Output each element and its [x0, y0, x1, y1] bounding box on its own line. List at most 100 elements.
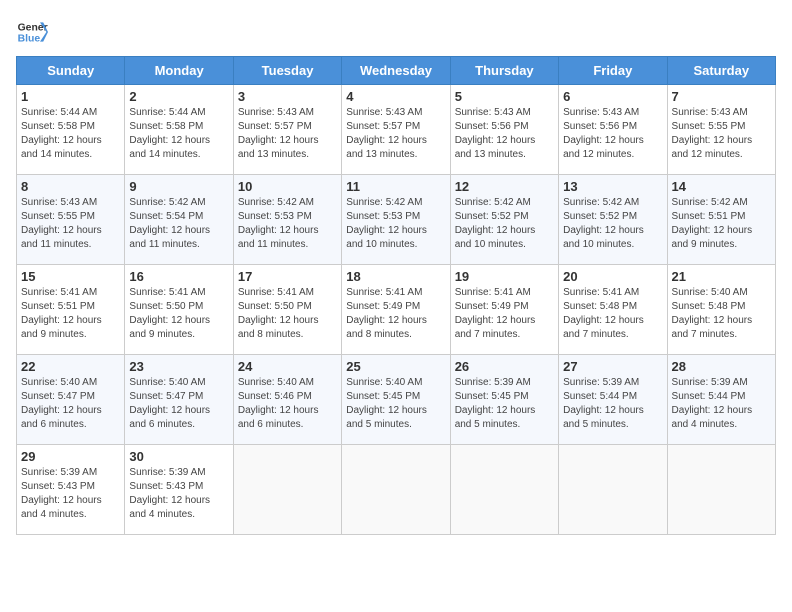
day-number: 5 [455, 89, 554, 104]
day-info: Sunrise: 5:40 AMSunset: 5:48 PMDaylight:… [672, 286, 771, 342]
calendar-table: SundayMondayTuesdayWednesdayThursdayFrid… [16, 56, 776, 535]
day-info: Sunrise: 5:44 AMSunset: 5:58 PMDaylight:… [21, 106, 120, 162]
calendar-day-7: 7 Sunrise: 5:43 AMSunset: 5:55 PMDaylight… [667, 85, 775, 175]
calendar-day-20: 20 Sunrise: 5:41 AMSunset: 5:48 PMDayligh… [559, 265, 667, 355]
day-info: Sunrise: 5:41 AMSunset: 5:50 PMDaylight:… [129, 286, 228, 342]
calendar-day-14: 14 Sunrise: 5:42 AMSunset: 5:51 PMDayligh… [667, 175, 775, 265]
day-info: Sunrise: 5:42 AMSunset: 5:53 PMDaylight:… [238, 196, 337, 252]
day-info: Sunrise: 5:43 AMSunset: 5:55 PMDaylight:… [672, 106, 771, 162]
day-number: 12 [455, 179, 554, 194]
day-number: 13 [563, 179, 662, 194]
day-info: Sunrise: 5:41 AMSunset: 5:50 PMDaylight:… [238, 286, 337, 342]
day-number: 24 [238, 359, 337, 374]
day-info: Sunrise: 5:42 AMSunset: 5:53 PMDaylight:… [346, 196, 445, 252]
day-header-sunday: Sunday [17, 57, 125, 85]
day-number: 23 [129, 359, 228, 374]
calendar-header: SundayMondayTuesdayWednesdayThursdayFrid… [17, 57, 776, 85]
logo-icon: General Blue [16, 16, 48, 48]
calendar-day-8: 8 Sunrise: 5:43 AMSunset: 5:55 PMDaylight… [17, 175, 125, 265]
calendar-day-30: 30 Sunrise: 5:39 AMSunset: 5:43 PMDayligh… [125, 445, 233, 535]
day-info: Sunrise: 5:41 AMSunset: 5:51 PMDaylight:… [21, 286, 120, 342]
day-header-friday: Friday [559, 57, 667, 85]
day-info: Sunrise: 5:40 AMSunset: 5:47 PMDaylight:… [129, 376, 228, 432]
day-number: 29 [21, 449, 120, 464]
calendar-week-3: 15 Sunrise: 5:41 AMSunset: 5:51 PMDayligh… [17, 265, 776, 355]
calendar-day-12: 12Sunrise: 5:42 AMSunset: 5:52 PMDayligh… [450, 175, 558, 265]
day-number: 8 [21, 179, 120, 194]
calendar-week-2: 8 Sunrise: 5:43 AMSunset: 5:55 PMDaylight… [17, 175, 776, 265]
calendar-day-9: 9 Sunrise: 5:42 AMSunset: 5:54 PMDaylight… [125, 175, 233, 265]
empty-cell [342, 445, 450, 535]
day-info: Sunrise: 5:43 AMSunset: 5:57 PMDaylight:… [346, 106, 445, 162]
day-info: Sunrise: 5:43 AMSunset: 5:55 PMDaylight:… [21, 196, 120, 252]
calendar-day-18: 18 Sunrise: 5:41 AMSunset: 5:49 PMDayligh… [342, 265, 450, 355]
day-info: Sunrise: 5:41 AMSunset: 5:48 PMDaylight:… [563, 286, 662, 342]
day-info: Sunrise: 5:43 AMSunset: 5:57 PMDaylight:… [238, 106, 337, 162]
day-number: 20 [563, 269, 662, 284]
calendar-week-4: 22 Sunrise: 5:40 AMSunset: 5:47 PMDayligh… [17, 355, 776, 445]
calendar-day-28: 28 Sunrise: 5:39 AMSunset: 5:44 PMDayligh… [667, 355, 775, 445]
calendar-day-4: 4Sunrise: 5:43 AMSunset: 5:57 PMDaylight… [342, 85, 450, 175]
day-header-wednesday: Wednesday [342, 57, 450, 85]
day-header-saturday: Saturday [667, 57, 775, 85]
day-number: 18 [346, 269, 445, 284]
day-info: Sunrise: 5:41 AMSunset: 5:49 PMDaylight:… [346, 286, 445, 342]
day-info: Sunrise: 5:40 AMSunset: 5:47 PMDaylight:… [21, 376, 120, 432]
logo: General Blue [16, 16, 48, 48]
day-number: 11 [346, 179, 445, 194]
svg-text:Blue: Blue [18, 34, 41, 45]
empty-cell [559, 445, 667, 535]
day-info: Sunrise: 5:42 AMSunset: 5:51 PMDaylight:… [672, 196, 771, 252]
day-header-monday: Monday [125, 57, 233, 85]
day-number: 10 [238, 179, 337, 194]
calendar-day-13: 13 Sunrise: 5:42 AMSunset: 5:52 PMDayligh… [559, 175, 667, 265]
calendar-day-26: 26Sunrise: 5:39 AMSunset: 5:45 PMDayligh… [450, 355, 558, 445]
day-number: 17 [238, 269, 337, 284]
day-info: Sunrise: 5:42 AMSunset: 5:52 PMDaylight:… [563, 196, 662, 252]
calendar-day-22: 22 Sunrise: 5:40 AMSunset: 5:47 PMDayligh… [17, 355, 125, 445]
day-info: Sunrise: 5:39 AMSunset: 5:43 PMDaylight:… [129, 466, 228, 522]
calendar-day-24: 24 Sunrise: 5:40 AMSunset: 5:46 PMDayligh… [233, 355, 341, 445]
day-info: Sunrise: 5:44 AMSunset: 5:58 PMDaylight:… [129, 106, 228, 162]
day-info: Sunrise: 5:40 AMSunset: 5:45 PMDaylight:… [346, 376, 445, 432]
calendar-day-10: 10 Sunrise: 5:42 AMSunset: 5:53 PMDayligh… [233, 175, 341, 265]
calendar-day-29: 29 Sunrise: 5:39 AMSunset: 5:43 PMDayligh… [17, 445, 125, 535]
calendar-day-16: 16Sunrise: 5:41 AMSunset: 5:50 PMDayligh… [125, 265, 233, 355]
calendar-day-15: 15 Sunrise: 5:41 AMSunset: 5:51 PMDayligh… [17, 265, 125, 355]
day-number: 19 [455, 269, 554, 284]
day-info: Sunrise: 5:39 AMSunset: 5:45 PMDaylight:… [455, 376, 554, 432]
calendar-day-11: 11 Sunrise: 5:42 AMSunset: 5:53 PMDayligh… [342, 175, 450, 265]
day-header-thursday: Thursday [450, 57, 558, 85]
calendar-week-1: 1 Sunrise: 5:44 AMSunset: 5:58 PMDaylight… [17, 85, 776, 175]
day-number: 15 [21, 269, 120, 284]
calendar-day-27: 27Sunrise: 5:39 AMSunset: 5:44 PMDayligh… [559, 355, 667, 445]
calendar-week-5: 29 Sunrise: 5:39 AMSunset: 5:43 PMDayligh… [17, 445, 776, 535]
day-number: 27 [563, 359, 662, 374]
day-number: 6 [563, 89, 662, 104]
calendar-day-1: 1 Sunrise: 5:44 AMSunset: 5:58 PMDaylight… [17, 85, 125, 175]
day-info: Sunrise: 5:40 AMSunset: 5:46 PMDaylight:… [238, 376, 337, 432]
day-info: Sunrise: 5:43 AMSunset: 5:56 PMDaylight:… [455, 106, 554, 162]
empty-cell [667, 445, 775, 535]
day-number: 21 [672, 269, 771, 284]
day-number: 9 [129, 179, 228, 194]
day-number: 1 [21, 89, 120, 104]
calendar-day-17: 17 Sunrise: 5:41 AMSunset: 5:50 PMDayligh… [233, 265, 341, 355]
calendar-day-21: 21 Sunrise: 5:40 AMSunset: 5:48 PMDayligh… [667, 265, 775, 355]
day-number: 22 [21, 359, 120, 374]
empty-cell [233, 445, 341, 535]
page-header: General Blue [16, 16, 776, 48]
day-info: Sunrise: 5:42 AMSunset: 5:54 PMDaylight:… [129, 196, 228, 252]
day-number: 3 [238, 89, 337, 104]
calendar-day-6: 6Sunrise: 5:43 AMSunset: 5:56 PMDaylight… [559, 85, 667, 175]
calendar-day-25: 25 Sunrise: 5:40 AMSunset: 5:45 PMDayligh… [342, 355, 450, 445]
day-number: 28 [672, 359, 771, 374]
empty-cell [450, 445, 558, 535]
day-number: 14 [672, 179, 771, 194]
day-number: 7 [672, 89, 771, 104]
day-info: Sunrise: 5:39 AMSunset: 5:44 PMDaylight:… [672, 376, 771, 432]
calendar-day-5: 5 Sunrise: 5:43 AMSunset: 5:56 PMDaylight… [450, 85, 558, 175]
day-number: 30 [129, 449, 228, 464]
day-info: Sunrise: 5:39 AMSunset: 5:43 PMDaylight:… [21, 466, 120, 522]
day-number: 25 [346, 359, 445, 374]
